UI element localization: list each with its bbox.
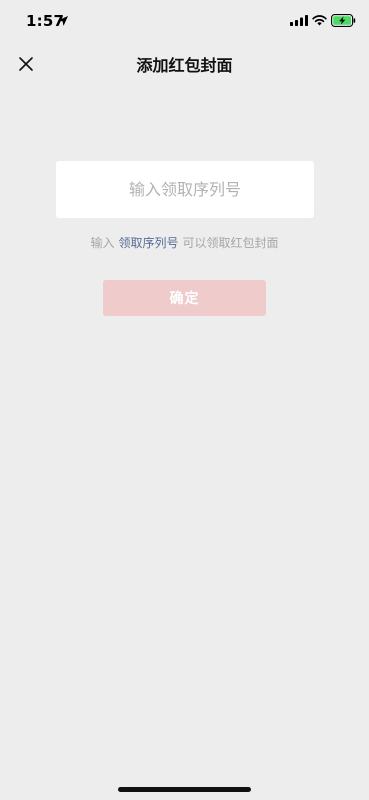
location-arrow-icon xyxy=(58,16,68,26)
serial-number-input[interactable] xyxy=(56,161,314,218)
confirm-button[interactable]: 确定 xyxy=(103,280,266,316)
wifi-icon xyxy=(312,15,327,26)
page-title: 添加红包封面 xyxy=(136,56,233,75)
status-bar: 1:57 xyxy=(0,0,369,44)
hint-text: 输入 领取序列号 可以领取红包封面 xyxy=(0,234,369,251)
cellular-signal-icon xyxy=(290,15,308,26)
hint-suffix: 可以领取红包封面 xyxy=(182,236,279,250)
battery-charging-icon xyxy=(331,14,356,27)
home-indicator xyxy=(118,787,251,792)
serial-input-box xyxy=(56,161,314,218)
navigation-bar: 添加红包封面 xyxy=(0,44,369,84)
hint-prefix: 输入 xyxy=(90,236,115,250)
serial-number-link[interactable]: 领取序列号 xyxy=(118,236,178,250)
